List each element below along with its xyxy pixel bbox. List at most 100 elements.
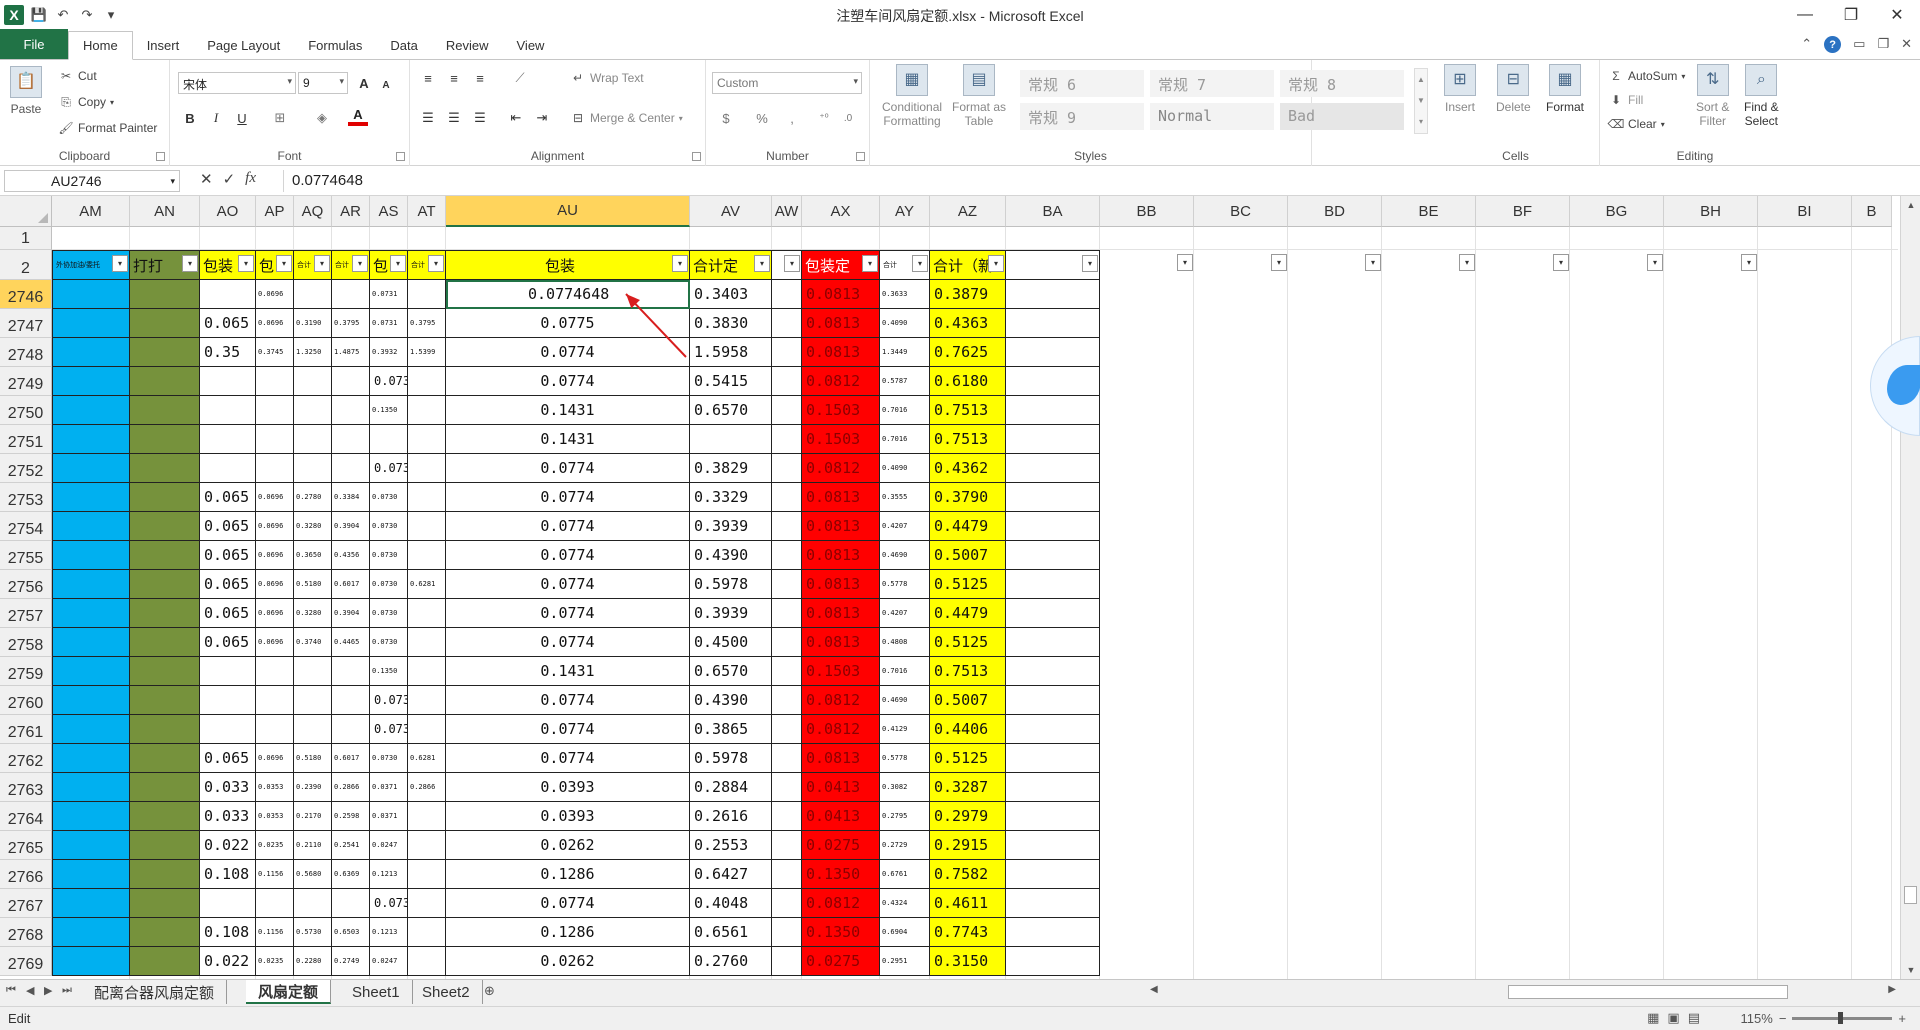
insert-cells-button[interactable]: ⊞ Insert [1444,64,1476,114]
cell-at[interactable] [408,802,446,831]
sheet-tab-1[interactable]: 风扇定额 [246,980,332,1004]
find-select-button[interactable]: ⌕ Find & Select [1744,64,1779,128]
cell-ay[interactable]: 0.5778 [880,744,930,773]
cell-at[interactable] [408,947,446,976]
cell-ax[interactable]: 0.0812 [802,686,880,715]
cell-ap[interactable]: 0.0353 [256,773,294,802]
cell-av[interactable]: 0.5415 [690,367,772,396]
cell-aq[interactable] [294,396,332,425]
cell-ap[interactable]: 0.0696 [256,483,294,512]
cell-ap[interactable]: 0.1156 [256,860,294,889]
cell-ar[interactable]: 0.3904 [332,599,370,628]
style-normal6[interactable]: 常规 6 [1020,70,1144,97]
cell-ba[interactable] [1006,599,1100,628]
cell-ar[interactable] [332,889,370,918]
cell-av[interactable]: 0.3939 [690,512,772,541]
cell-av[interactable]: 0.2884 [690,773,772,802]
cell-au[interactable]: 0.1431 [446,425,690,454]
customize-qat-icon[interactable]: ▾ [102,6,120,24]
wrap-text-button[interactable]: ↵ Wrap Text [570,70,644,86]
cell-az[interactable]: 0.4479 [930,599,1006,628]
cell-ao[interactable]: 0.065 [200,744,256,773]
cell-ba[interactable] [1006,280,1100,309]
filter-dropdown-icon[interactable]: ▾ [238,255,254,272]
cell-at[interactable] [408,628,446,657]
cell-ax[interactable]: 0.0813 [802,744,880,773]
cell-as[interactable]: 0.073 [370,367,408,396]
font-name-combo[interactable]: 宋体 ▾ [178,72,296,94]
cell-aq[interactable]: 1.3250 [294,338,332,367]
cell-as[interactable]: 0.0247 [370,947,408,976]
cell-ay[interactable]: 0.3555 [880,483,930,512]
cell-ay[interactable]: 0.3082 [880,773,930,802]
zoom-slider[interactable] [1792,1012,1893,1024]
underline-button[interactable]: U [232,108,252,128]
row-header[interactable]: 1 [0,227,52,250]
cell-ay[interactable]: 0.4207 [880,512,930,541]
cell-ap[interactable]: 0.0696 [256,512,294,541]
cell-at[interactable] [408,831,446,860]
cell-am[interactable] [52,889,130,918]
cell-an[interactable] [130,396,200,425]
sort-filter-button[interactable]: ⇅ Sort & Filter [1696,64,1729,128]
cell-ao[interactable]: 0.033 [200,802,256,831]
cell-ax[interactable]: 0.0813 [802,280,880,309]
cell-az[interactable]: 0.3879 [930,280,1006,309]
cell-ba[interactable] [1006,831,1100,860]
cell-au[interactable]: 0.0774 [446,512,690,541]
filter-dropdown-icon[interactable]: ▾ [1271,254,1287,271]
cell-ao[interactable]: 0.35 [200,338,256,367]
cell-ay[interactable]: 0.3633 [880,280,930,309]
align-middle-icon[interactable]: ≡ [444,68,464,88]
cell-ax[interactable]: 0.1350 [802,860,880,889]
align-bottom-icon[interactable]: ≡ [470,68,490,88]
cell-az[interactable]: 0.7582 [930,860,1006,889]
cell-ao[interactable]: 0.022 [200,947,256,976]
cell-ar[interactable] [332,425,370,454]
decrease-indent-icon[interactable]: ⇤ [506,108,526,128]
cell-ax[interactable]: 0.1503 [802,425,880,454]
cell-as[interactable]: 0.073 [370,454,408,483]
filter-dropdown-icon[interactable]: ▾ [428,255,444,272]
cell-aw[interactable] [772,367,802,396]
cell-am[interactable] [52,280,130,309]
cell-ao[interactable]: 0.108 [200,918,256,947]
cell-an[interactable] [130,628,200,657]
cell-aw[interactable] [772,570,802,599]
cell-aq[interactable]: 0.5680 [294,860,332,889]
cell-at[interactable]: 0.6281 [408,570,446,599]
clipboard-launcher[interactable] [156,152,165,161]
shrink-font-button[interactable]: A [376,75,396,95]
row-header[interactable]: 2752 [0,454,52,483]
cell-an[interactable] [130,512,200,541]
cell-ar[interactable] [332,715,370,744]
row-header[interactable]: 2753 [0,483,52,512]
normal-view-icon[interactable]: ▦ [1647,1010,1659,1026]
column-header[interactable]: AR [332,196,370,227]
cell-ar[interactable]: 1.4875 [332,338,370,367]
cell-at[interactable] [408,918,446,947]
scroll-right-icon[interactable]: ▶ [1888,984,1896,995]
cell-as[interactable]: 0.1213 [370,860,408,889]
cell-ar[interactable]: 0.3795 [332,309,370,338]
column-header[interactable]: AO [200,196,256,227]
first-sheet-icon[interactable]: ⏮ [6,984,16,997]
cell-ap[interactable]: 0.0696 [256,744,294,773]
cell-av[interactable]: 0.6570 [690,657,772,686]
cell-as[interactable]: 0.0730 [370,541,408,570]
row-header[interactable]: 2763 [0,773,52,802]
row-header[interactable]: 2766 [0,860,52,889]
style-normal7[interactable]: 常规 7 [1150,70,1274,97]
cell-az[interactable]: 0.3150 [930,947,1006,976]
cell-ay[interactable]: 0.2729 [880,831,930,860]
cell-aw[interactable] [772,657,802,686]
cell-ax[interactable]: 0.1350 [802,918,880,947]
cell-at[interactable] [408,454,446,483]
cell-aq[interactable] [294,425,332,454]
cell-ar[interactable] [332,367,370,396]
column-header[interactable]: AX [802,196,880,227]
insert-function-icon[interactable]: fx [245,170,256,188]
cell-av[interactable]: 0.2616 [690,802,772,831]
filter-dropdown-icon[interactable]: ▾ [1647,254,1663,271]
sheet-tab-0[interactable]: 配离合器风扇定额 [82,980,228,1004]
